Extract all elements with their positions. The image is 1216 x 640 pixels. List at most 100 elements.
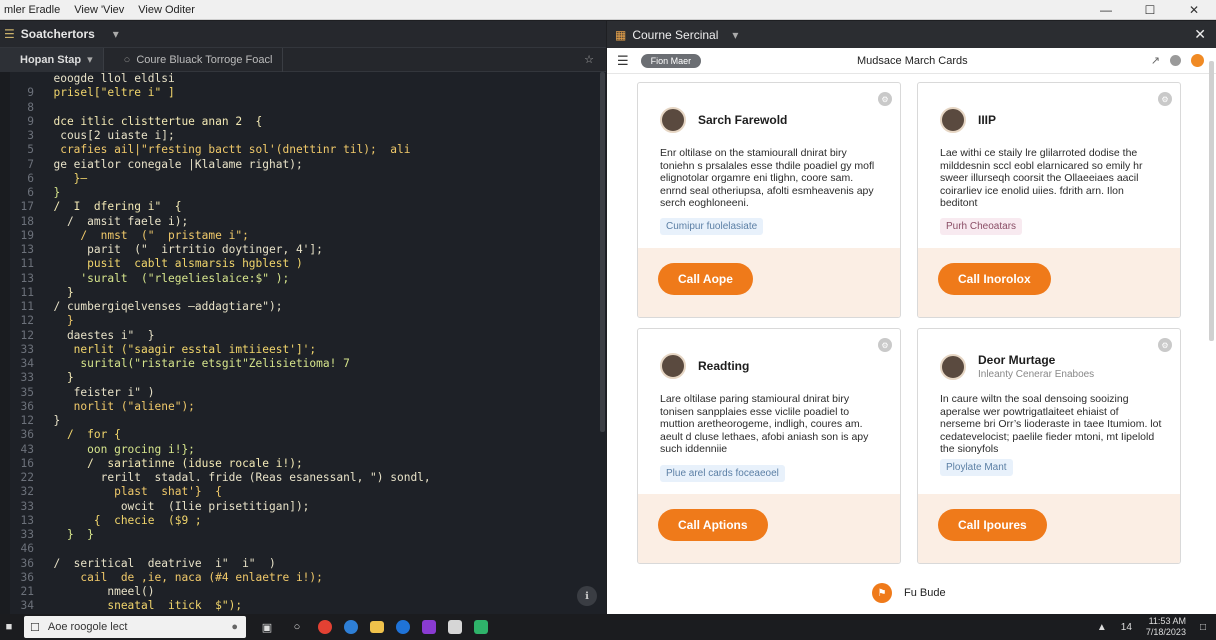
- app-blue-icon[interactable]: [396, 620, 410, 634]
- edge-icon[interactable]: [344, 620, 358, 634]
- card-tag[interactable]: Purh Cheoatars: [940, 218, 1023, 235]
- line-text: }: [40, 371, 74, 385]
- chevron-down-icon[interactable]: ▾: [732, 28, 738, 42]
- code-line: 36 / for {: [10, 428, 602, 442]
- code-line: 11 }: [10, 286, 602, 300]
- code-line: 36 cail de ,ie, naca (#4 enlaetre i!);: [10, 571, 602, 585]
- slack-icon[interactable]: [448, 620, 462, 634]
- settings-icon[interactable]: ⚙: [878, 92, 892, 106]
- contact-card[interactable]: ⚙ Readting Lare oltilase paring stamiour…: [637, 328, 901, 564]
- chrome-icon[interactable]: [318, 620, 332, 634]
- search-placeholder: Aoe roogole lect: [47, 621, 128, 633]
- info-icon[interactable]: ℹ: [577, 586, 597, 606]
- code-line: 9 dce itlic clisttertue anan 2 {: [10, 115, 602, 129]
- settings-icon[interactable]: ⚙: [878, 338, 892, 352]
- line-number: 12: [20, 328, 34, 342]
- code-line: 36 / seritical deatrive i" i" ): [10, 557, 602, 571]
- tab-coure-bluack[interactable]: ○ Coure Bluack Torroge Foacl: [104, 47, 284, 72]
- network-icon[interactable]: ▲: [1097, 622, 1107, 633]
- chevron-down-icon[interactable]: ▾: [87, 53, 93, 66]
- card-tag[interactable]: Ploylate Mant: [940, 459, 1013, 476]
- panel-scrollbar[interactable]: [1209, 61, 1214, 341]
- cortana-icon[interactable]: ○: [288, 618, 306, 636]
- settings-icon[interactable]: ⚙: [1158, 338, 1172, 352]
- avatar: [940, 107, 966, 133]
- windows-start-icon[interactable]: ■: [0, 614, 18, 640]
- editor-scrollbar[interactable]: [600, 72, 605, 432]
- card-tag[interactable]: Plue arel cards foceaeoel: [660, 465, 785, 482]
- close-icon[interactable]: ✕: [1194, 26, 1206, 43]
- close-icon[interactable]: ✕: [1172, 0, 1216, 20]
- notification-center-icon[interactable]: □: [1200, 622, 1206, 633]
- line-number: 36: [20, 399, 34, 413]
- app-color-icon[interactable]: [422, 620, 436, 634]
- card-subtitle: Inleanty Cenerar Enaboes: [978, 369, 1095, 380]
- code-line: 21 nmeel(): [10, 585, 602, 599]
- notification-icon[interactable]: [1191, 54, 1204, 67]
- code-line: 6 }: [10, 186, 602, 200]
- card-tag[interactable]: Cumipur fuolelasiate: [660, 218, 764, 235]
- profile-icon[interactable]: [1170, 55, 1181, 66]
- line-text: sneatal itick $");: [40, 599, 243, 613]
- card-body: Enr oltilase on the stamiourall dnirat b…: [660, 147, 875, 209]
- line-number: 22: [20, 471, 34, 484]
- pin-icon[interactable]: ☆: [584, 53, 594, 66]
- card-body: Lae withi ce staily lre glilarroted dodi…: [940, 147, 1143, 209]
- contact-card[interactable]: ⚙ Deor Murtage Inleanty Cenerar Enaboes …: [917, 328, 1181, 564]
- line-number: 11: [20, 257, 34, 271]
- code-line: 9 prisel["eltre i" ]: [10, 86, 602, 100]
- clock-time: 11:53 AM: [1148, 616, 1186, 626]
- line-text: }: [40, 186, 61, 199]
- menu-item[interactable]: View Oditer: [138, 4, 195, 16]
- microphone-icon[interactable]: ●: [231, 621, 238, 633]
- task-view-icon[interactable]: ▣: [258, 618, 276, 636]
- code-line: 33 }: [10, 371, 602, 385]
- line-number: 33: [20, 499, 34, 513]
- code-line: 12 daestes i" }: [10, 329, 602, 343]
- file-explorer-icon[interactable]: [370, 621, 384, 633]
- code-line: 13 parit (" irtritio doytinger, 4'];: [10, 243, 602, 257]
- filter-pill[interactable]: Fion Maer: [640, 53, 702, 68]
- line-text: / sariatinne (iduse rocale i!);: [40, 456, 303, 470]
- panel-toolbar: ☰ Fion Maer Mudsace March Cards ↗: [607, 48, 1216, 74]
- code-line: 12 }: [10, 314, 602, 328]
- menu-item[interactable]: View 'Viev: [74, 4, 124, 16]
- bookmark-icon[interactable]: ⚑: [872, 583, 892, 603]
- line-text: { checie ($9 ;: [40, 513, 202, 527]
- card-name: Readting: [698, 359, 750, 373]
- line-text: parit (" irtritio doytinger, 4'];: [40, 243, 323, 256]
- call-button[interactable]: Call Ipoures: [938, 509, 1047, 541]
- contact-card[interactable]: ⚙ Sarch Farewold Enr oltilase on the sta…: [637, 82, 901, 318]
- line-number: 9: [27, 114, 34, 128]
- line-number: 35: [20, 385, 34, 399]
- share-icon[interactable]: ↗: [1151, 54, 1160, 67]
- line-number: 21: [20, 585, 34, 598]
- card-body: Lare oltilase paring stamioural dnirat b…: [660, 393, 869, 455]
- line-number: 19: [20, 228, 34, 242]
- editor-header: ☰ Soatchertors ▾: [0, 21, 606, 48]
- tab-hopan-stap[interactable]: Hopan Stap ▾: [0, 47, 104, 72]
- call-button[interactable]: Call Inorolox: [938, 263, 1051, 295]
- line-text: }—: [40, 171, 88, 185]
- maximize-icon[interactable]: ☐: [1128, 0, 1172, 20]
- play-store-icon[interactable]: [474, 620, 488, 634]
- line-text: surital("ristarie etsgit"Zelisietioma! 7: [40, 357, 350, 370]
- code-line: 8: [10, 101, 602, 115]
- menu-item[interactable]: mler Eradle: [4, 4, 60, 16]
- search-input[interactable]: ☐ Aoe roogole lect ●: [24, 616, 246, 638]
- code-line: 11 pusit cablt alsmarsis hgblest ): [10, 257, 602, 271]
- clock[interactable]: 11:53 AM 7/18/2023: [1146, 616, 1186, 638]
- code-area[interactable]: eoogde llol eldlsi 9 prisel["eltre i" ] 8 9…: [10, 72, 602, 614]
- minimize-icon[interactable]: —: [1084, 0, 1128, 20]
- footer-label: Fu Bude: [904, 587, 946, 599]
- code-line: 7 ge eiatlor conegale |Klalame righat);: [10, 158, 602, 172]
- line-text: ge eiatlor conegale |Klalame righat);: [40, 157, 303, 171]
- contact-card[interactable]: ⚙ IIIP Lae withi ce staily lre glilarrot…: [917, 82, 1181, 318]
- call-button[interactable]: Call Aope: [658, 263, 753, 295]
- explorer-icon[interactable]: ☰: [4, 27, 15, 41]
- call-button[interactable]: Call Aptions: [658, 509, 768, 541]
- settings-icon[interactable]: ⚙: [1158, 92, 1172, 106]
- hamburger-icon[interactable]: ☰: [617, 53, 629, 69]
- line-number: 5: [27, 143, 34, 157]
- chevron-down-icon[interactable]: ▾: [113, 27, 119, 41]
